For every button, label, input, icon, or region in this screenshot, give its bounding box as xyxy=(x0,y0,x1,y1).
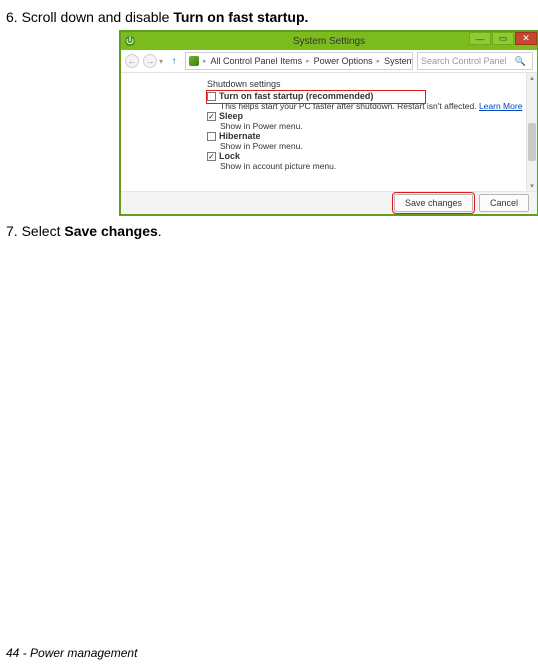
step-7-text: 7. Select xyxy=(6,223,64,239)
hibernate-label: Hibernate xyxy=(219,131,261,141)
scroll-thumb[interactable] xyxy=(528,123,536,161)
step-7-suffix: . xyxy=(158,223,162,239)
vertical-scrollbar[interactable]: ▴ ▾ xyxy=(526,73,537,191)
nav-history-dropdown[interactable]: ▾ xyxy=(159,57,163,66)
crumb-sep-icon: ▸ xyxy=(305,57,311,65)
crumb-1[interactable]: Power Options xyxy=(314,56,373,66)
save-changes-button[interactable]: Save changes xyxy=(394,194,473,212)
sleep-description: Show in Power menu. xyxy=(220,121,531,131)
breadcrumb[interactable]: ▸ All Control Panel Items ▸ Power Option… xyxy=(185,52,413,70)
hibernate-description: Show in Power menu. xyxy=(220,141,531,151)
close-button[interactable]: ✕ xyxy=(515,32,537,45)
hibernate-checkbox[interactable] xyxy=(207,132,216,141)
option-fast-startup: Turn on fast startup (recommended) xyxy=(207,91,531,101)
option-sleep: Sleep xyxy=(207,111,531,121)
lock-description: Show in account picture menu. xyxy=(220,161,531,171)
maximize-button[interactable]: ▭ xyxy=(492,32,514,45)
fast-startup-label: Turn on fast startup (recommended) xyxy=(219,91,373,101)
system-settings-screenshot: System Settings — ▭ ✕ ← → ▾ ↑ ▸ All Cont… xyxy=(119,30,538,216)
nav-up-button[interactable]: ↑ xyxy=(167,54,181,68)
address-toolbar: ← → ▾ ↑ ▸ All Control Panel Items ▸ Powe… xyxy=(121,50,537,73)
window-titlebar: System Settings — ▭ ✕ xyxy=(121,32,537,50)
cancel-button[interactable]: Cancel xyxy=(479,194,529,212)
window-controls: — ▭ ✕ xyxy=(468,32,537,50)
sleep-checkbox[interactable] xyxy=(207,112,216,121)
step-7-instruction: 7. Select Save changes. xyxy=(6,222,532,240)
option-lock: Lock xyxy=(207,151,531,161)
option-hibernate: Hibernate xyxy=(207,131,531,141)
fast-startup-description: This helps start your PC faster after sh… xyxy=(220,101,531,111)
settings-content: ▴ ▾ Shutdown settings Turn on fast start… xyxy=(121,73,537,191)
step-6-instruction: 6. Scroll down and disable Turn on fast … xyxy=(6,8,532,26)
control-panel-icon xyxy=(189,56,199,66)
search-input[interactable]: Search Control Panel 🔍 xyxy=(417,52,533,70)
crumb-0[interactable]: All Control Panel Items xyxy=(211,56,303,66)
step-6-text: 6. Scroll down and disable xyxy=(6,9,173,25)
crumb-2[interactable]: System Settings xyxy=(384,56,413,66)
scroll-up-icon[interactable]: ▴ xyxy=(527,73,537,83)
page-footer: 44 - Power management xyxy=(6,646,137,660)
fast-startup-checkbox[interactable] xyxy=(207,92,216,101)
lock-label: Lock xyxy=(219,151,240,161)
search-icon: 🔍 xyxy=(515,56,526,67)
crumb-sep-icon: ▸ xyxy=(376,57,382,65)
step-6-bold: Turn on fast startup. xyxy=(173,9,308,25)
learn-more-link[interactable]: Learn More xyxy=(479,101,522,111)
lock-checkbox[interactable] xyxy=(207,152,216,161)
sleep-label: Sleep xyxy=(219,111,243,121)
power-options-icon xyxy=(123,34,137,48)
scroll-down-icon[interactable]: ▾ xyxy=(527,181,537,191)
minimize-button[interactable]: — xyxy=(469,32,491,45)
nav-forward-button[interactable]: → xyxy=(143,54,157,68)
crumb-sep-icon: ▸ xyxy=(202,57,208,65)
dialog-button-bar: Save changes Cancel xyxy=(121,191,537,214)
step-7-bold: Save changes xyxy=(64,223,157,239)
shutdown-settings-heading: Shutdown settings xyxy=(207,79,531,89)
nav-back-button[interactable]: ← xyxy=(125,54,139,68)
search-placeholder: Search Control Panel xyxy=(421,56,507,66)
